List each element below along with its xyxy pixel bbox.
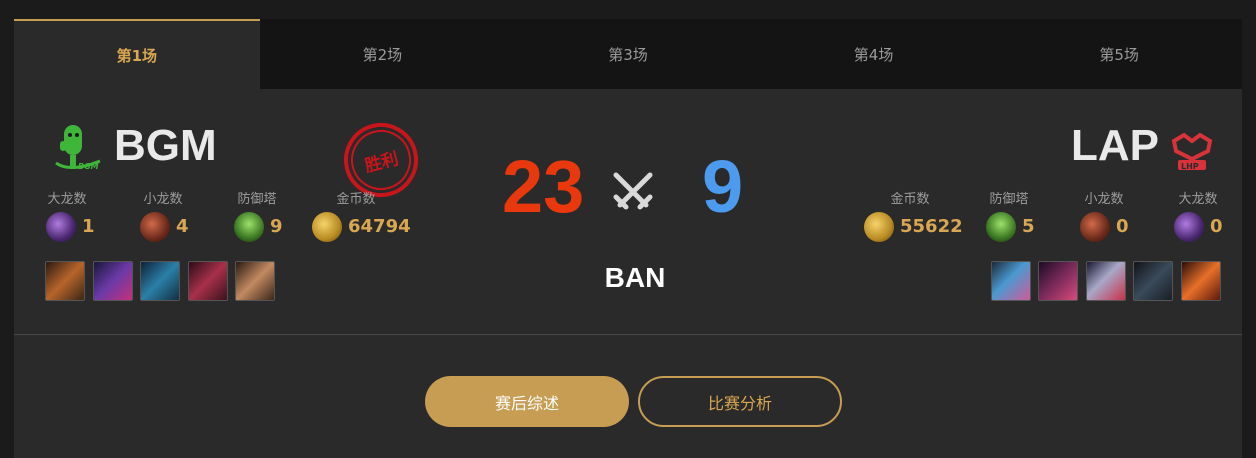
left-ban-champion [140, 261, 180, 301]
tab-game-1[interactable]: 第1场 [14, 19, 260, 89]
dragon-icon [1080, 212, 1110, 242]
tower-icon [234, 212, 264, 242]
gold-icon [312, 212, 342, 242]
left-dragon-label: 小龙数 [143, 192, 183, 207]
right-gold-label: 金币数 [890, 192, 930, 207]
left-tower-label: 防御塔 [237, 192, 277, 207]
ban-title: BAN [604, 262, 666, 293]
post-game-summary-button[interactable]: 赛后综述 [425, 376, 629, 427]
match-panel: 第1场 第2场 第3场 第4场 第5场 BGM BGM 胜利 大龙数 小龙数 防… [14, 19, 1242, 458]
right-ban-champion [1181, 261, 1221, 301]
left-team-name: BGM [114, 121, 217, 170]
left-score: 23 [502, 145, 585, 228]
left-gold-label: 金币数 [336, 192, 376, 207]
crossed-swords-icon [613, 172, 653, 210]
right-baron-value: 0 [1210, 216, 1223, 237]
tab-game-2[interactable]: 第2场 [260, 19, 506, 89]
baron-icon [46, 212, 76, 242]
right-baron-label: 大龙数 [1178, 192, 1218, 207]
right-dragon-value: 0 [1116, 216, 1129, 237]
right-ban-champion [1133, 261, 1173, 301]
left-baron-label: 大龙数 [47, 192, 87, 207]
right-gold-value: 55622 [900, 216, 963, 237]
left-ban-champion [188, 261, 228, 301]
tower-icon [986, 212, 1016, 242]
bgm-green-logo-icon: BGM [55, 125, 101, 171]
right-tower-value: 5 [1022, 216, 1035, 237]
right-tower-label: 防御塔 [989, 192, 1029, 207]
right-ban-champion [991, 261, 1031, 301]
game-tabs: 第1场 第2场 第3场 第4场 第5场 [14, 19, 1242, 89]
left-ban-champion [235, 261, 275, 301]
svg-text:LHP: LHP [1181, 162, 1199, 171]
left-dragon-value: 4 [176, 216, 189, 237]
tab-game-3[interactable]: 第3场 [505, 19, 751, 89]
section-divider [14, 334, 1242, 335]
tab-game-4[interactable]: 第4场 [751, 19, 997, 89]
right-team-name: LAP [1071, 121, 1159, 170]
left-gold-value: 64794 [348, 216, 411, 237]
left-ban-champion [93, 261, 133, 301]
winner-stamp-text: 胜利 [344, 123, 418, 197]
gold-icon [864, 212, 894, 242]
lap-red-logo-icon: LHP [1171, 132, 1213, 171]
dragon-icon [140, 212, 170, 242]
right-ban-champion [1086, 261, 1126, 301]
baron-icon [1174, 212, 1204, 242]
left-baron-value: 1 [82, 216, 95, 237]
left-tower-value: 9 [270, 216, 283, 237]
match-analysis-button[interactable]: 比赛分析 [638, 376, 842, 427]
left-ban-champion [45, 261, 85, 301]
right-ban-champion [1038, 261, 1078, 301]
right-dragon-label: 小龙数 [1084, 192, 1124, 207]
right-score: 9 [702, 145, 744, 228]
tab-game-5[interactable]: 第5场 [996, 19, 1242, 89]
